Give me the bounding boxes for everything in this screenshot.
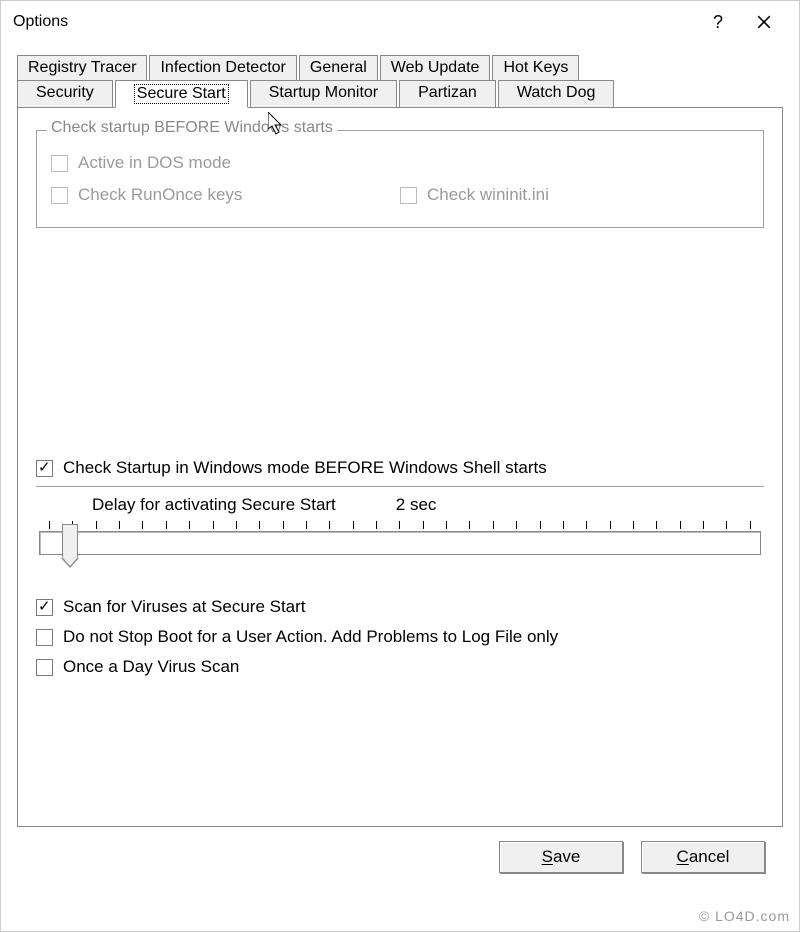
checkbox-scan-viruses[interactable]	[36, 599, 53, 616]
row-scan-viruses: Scan for Viruses at Secure Start	[36, 597, 764, 617]
delay-label: Delay for activating Secure Start	[92, 495, 336, 515]
close-button[interactable]	[741, 6, 787, 38]
content: Registry Tracer Infection Detector Gener…	[1, 43, 799, 931]
tab-security[interactable]: Security	[17, 80, 113, 108]
label-wininit: Check wininit.ini	[427, 185, 549, 205]
tab-secure-start[interactable]: Secure Start	[115, 80, 248, 108]
tabs: Registry Tracer Infection Detector Gener…	[17, 55, 783, 827]
slider-thumb[interactable]	[62, 524, 78, 558]
row-once-a-day: Once a Day Virus Scan	[36, 657, 764, 677]
label-runonce: Check RunOnce keys	[78, 185, 242, 205]
divider	[36, 486, 764, 487]
options-dialog: Options ? Registry Tracer Infection Dete…	[0, 0, 800, 932]
tab-general[interactable]: General	[299, 55, 378, 80]
checkbox-check-startup-windows-mode[interactable]	[36, 460, 53, 477]
tab-watch-dog[interactable]: Watch Dog	[498, 80, 615, 108]
delay-row: Delay for activating Secure Start 2 sec	[36, 493, 764, 515]
watermark: © LO4D.com	[699, 908, 790, 924]
button-row: Save Cancel	[17, 827, 783, 873]
row-active-dos: Active in DOS mode	[51, 153, 749, 173]
delay-slider[interactable]	[36, 521, 764, 555]
lower-checks: Scan for Viruses at Secure Start Do not …	[36, 597, 764, 677]
tab-startup-monitor[interactable]: Startup Monitor	[250, 80, 397, 108]
tab-partizan[interactable]: Partizan	[399, 80, 496, 108]
tab-row-1: Registry Tracer Infection Detector Gener…	[17, 55, 783, 80]
group-legend: Check startup BEFORE Windows starts	[47, 119, 337, 137]
cancel-button[interactable]: Cancel	[641, 841, 765, 873]
close-icon	[757, 15, 771, 29]
delay-value: 2 sec	[396, 495, 437, 515]
checkbox-active-dos[interactable]	[51, 155, 68, 172]
label-do-not-stop-boot: Do not Stop Boot for a User Action. Add …	[63, 627, 558, 647]
label-once-a-day: Once a Day Virus Scan	[63, 657, 239, 677]
tab-row-2: Security Secure Start Startup Monitor Pa…	[17, 80, 783, 108]
tab-registry-tracer[interactable]: Registry Tracer	[17, 55, 147, 80]
slider-track[interactable]	[39, 531, 761, 555]
titlebar: Options ?	[1, 1, 799, 43]
group-check-startup-before: Check startup BEFORE Windows starts Acti…	[36, 130, 764, 228]
row-wininit: Check wininit.ini	[400, 185, 749, 205]
checkbox-do-not-stop-boot[interactable]	[36, 629, 53, 646]
tab-panel-secure-start: Check startup BEFORE Windows starts Acti…	[17, 107, 783, 827]
row-do-not-stop-boot: Do not Stop Boot for a User Action. Add …	[36, 627, 764, 647]
label-active-dos: Active in DOS mode	[78, 153, 231, 173]
tab-web-update[interactable]: Web Update	[380, 55, 491, 80]
save-button[interactable]: Save	[499, 841, 623, 873]
checkbox-wininit[interactable]	[400, 187, 417, 204]
label-check-startup-windows-mode: Check Startup in Windows mode BEFORE Win…	[63, 458, 547, 478]
checkbox-runonce[interactable]	[51, 187, 68, 204]
label-scan-viruses: Scan for Viruses at Secure Start	[63, 597, 306, 617]
window-title: Options	[13, 13, 68, 31]
row-runonce: Check RunOnce keys	[51, 185, 400, 205]
tab-infection-detector[interactable]: Infection Detector	[149, 55, 296, 80]
row-check-startup-windows-mode: Check Startup in Windows mode BEFORE Win…	[36, 458, 764, 478]
tab-hot-keys[interactable]: Hot Keys	[492, 55, 579, 80]
help-button[interactable]: ?	[695, 6, 741, 38]
checkbox-once-a-day[interactable]	[36, 659, 53, 676]
slider-ticks	[39, 521, 761, 529]
